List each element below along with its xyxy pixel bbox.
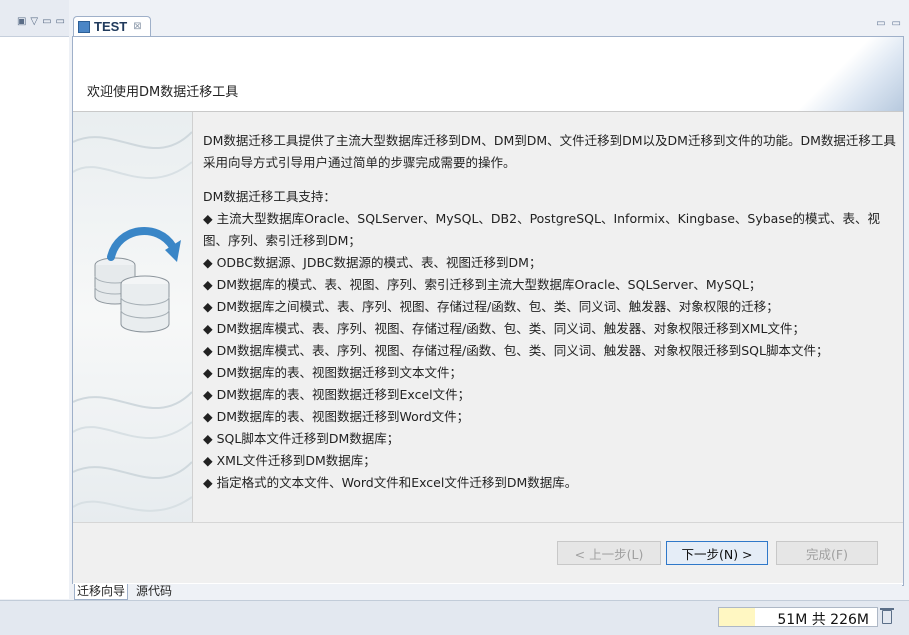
editor-tools: ▭ ▭ xyxy=(876,18,901,29)
heap-usage-bar xyxy=(719,608,755,626)
maximize-icon[interactable]: ▭ xyxy=(892,18,901,29)
finish-button[interactable]: 完成(F) xyxy=(776,541,878,565)
list-item: ◆ DM数据库的表、视图数据迁移到Excel文件； xyxy=(203,387,471,402)
list-item: ◆ DM数据库之间模式、表、序列、视图、存储过程/函数、包、类、同义词、触发器、… xyxy=(203,299,779,314)
chevron-down-icon[interactable]: ▽ xyxy=(30,16,38,27)
list-item: ◆ 主流大型数据库Oracle、SQLServer、MySQL、DB2、Post… xyxy=(203,211,881,248)
list-item: ◆ DM数据库的模式、表、视图、序列、索引迁移到主流大型数据库Oracle、SQ… xyxy=(203,277,762,292)
list-item: ◆ 指定格式的文本文件、Word文件和Excel文件迁移到DM数据库。 xyxy=(203,475,578,490)
minimize-icon[interactable]: ▭ xyxy=(876,18,885,29)
heap-status-text: 51M 共 226M xyxy=(777,612,869,628)
close-icon[interactable]: ⊠ xyxy=(133,21,141,32)
tab-test[interactable]: TEST ⊠ xyxy=(73,16,151,36)
next-button[interactable]: 下一步(N) > xyxy=(666,541,768,565)
editor-file-icon xyxy=(78,20,90,33)
list-item: ◆ XML文件迁移到DM数据库； xyxy=(203,453,376,468)
wizard-description: DM数据迁移工具提供了主流大型数据库迁移到DM、DM到DM、文件迁移到DM以及D… xyxy=(203,130,903,494)
list-item: ◆ DM数据库模式、表、序列、视图、存储过程/函数、包、类、同义词、触发器、对象… xyxy=(203,343,829,358)
list-item: ◆ SQL脚本文件迁移到DM数据库； xyxy=(203,431,400,446)
maximize-icon[interactable]: ▭ xyxy=(56,16,65,27)
tab-migration-wizard[interactable]: 迁移向导 xyxy=(74,584,129,600)
wizard-button-bar: < 上一步(L) 下一步(N) > 完成(F) xyxy=(73,522,903,583)
list-item: ◆ DM数据库的表、视图数据迁移到Word文件； xyxy=(203,409,470,424)
left-view-tools: ▣ ▽ ▭ ▭ xyxy=(17,16,65,27)
trash-icon[interactable] xyxy=(880,608,894,624)
wizard-body: DM数据迁移工具提供了主流大型数据库迁移到DM、DM到DM、文件迁移到DM以及D… xyxy=(73,112,903,522)
wizard-page: 欢迎使用DM数据迁移工具 DM数据迁移工具提供了主流大型数据库迁移到DM、DM到… xyxy=(72,36,904,586)
back-button[interactable]: < 上一步(L) xyxy=(557,541,661,565)
header-decoration xyxy=(783,37,903,111)
tab-test-label: TEST xyxy=(94,19,128,34)
intro-paragraph: DM数据迁移工具提供了主流大型数据库迁移到DM、DM到DM、文件迁移到DM以及D… xyxy=(203,133,896,170)
minimize-icon[interactable]: ▭ xyxy=(42,16,51,27)
editor-tabstrip: TEST ⊠ ▭ ▭ xyxy=(69,0,909,36)
database-migration-icon xyxy=(73,131,192,512)
left-view-panel xyxy=(0,37,70,599)
heap-status[interactable]: 51M 共 226M xyxy=(718,607,878,628)
editor-bottom-tabs: 迁移向导 源代码 xyxy=(72,584,902,600)
left-view-toolbar: ▣ ▽ ▭ ▭ xyxy=(0,0,69,37)
list-item: ◆ ODBC数据源、JDBC数据源的模式、表、视图迁移到DM； xyxy=(203,255,542,270)
support-title: DM数据迁移工具支持： xyxy=(203,189,336,204)
wizard-banner xyxy=(73,112,193,522)
view-menu-icon[interactable]: ▣ xyxy=(17,16,26,27)
list-item: ◆ DM数据库的表、视图数据迁移到文本文件； xyxy=(203,365,462,380)
page-title: 欢迎使用DM数据迁移工具 xyxy=(87,85,239,100)
tab-source-code[interactable]: 源代码 xyxy=(134,584,174,599)
editor-area: TEST ⊠ ▭ ▭ 欢迎使用DM数据迁移工具 DM数据迁移工具提供了主流大型数… xyxy=(69,0,909,600)
list-item: ◆ DM数据库模式、表、序列、视图、存储过程/函数、包、类、同义词、触发器、对象… xyxy=(203,321,806,336)
wizard-header: 欢迎使用DM数据迁移工具 xyxy=(73,37,903,112)
status-bar: 51M 共 226M xyxy=(0,600,909,635)
